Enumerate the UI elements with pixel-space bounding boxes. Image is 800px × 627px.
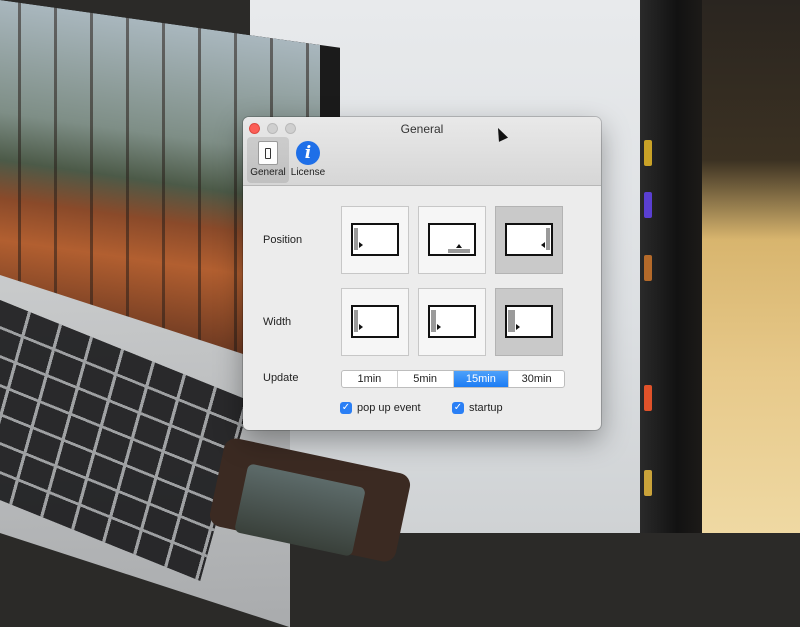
tab-license-label: License	[290, 167, 326, 178]
update-interval-control: 1min 5min 15min 30min	[341, 370, 565, 388]
startup-checkbox-row[interactable]: ✓ startup	[452, 402, 503, 414]
dock-tile	[644, 255, 652, 281]
width-narrow-option[interactable]	[341, 288, 409, 356]
dock-tile	[644, 192, 652, 218]
position-right-option[interactable]	[495, 206, 563, 274]
position-label: Position	[263, 234, 303, 246]
monitor-medium-icon	[428, 305, 476, 338]
tab-general[interactable]: General	[247, 137, 289, 183]
monitor-narrow-icon	[351, 305, 399, 338]
tab-license[interactable]: i License	[287, 137, 329, 183]
pop-up-event-label: pop up event	[357, 402, 421, 414]
pop-up-event-checkbox-row[interactable]: ✓ pop up event	[340, 402, 421, 414]
pop-up-event-checkbox[interactable]: ✓	[340, 402, 352, 414]
width-label: Width	[263, 316, 292, 328]
update-label: Update	[263, 372, 299, 384]
dock-tile	[644, 140, 652, 166]
width-medium-option[interactable]	[418, 288, 486, 356]
update-1min-segment[interactable]: 1min	[342, 371, 398, 387]
position-left-option[interactable]	[341, 206, 409, 274]
width-wide-option[interactable]	[495, 288, 563, 356]
update-30min-segment[interactable]: 30min	[509, 371, 564, 387]
monitor-bottom-icon	[428, 223, 476, 256]
monitor-left-icon	[351, 223, 399, 256]
window-title: General	[400, 122, 444, 136]
info-icon: i	[296, 141, 320, 165]
monitor-right-icon	[505, 223, 553, 256]
startup-label: startup	[469, 402, 503, 414]
startup-checkbox[interactable]: ✓	[452, 402, 464, 414]
window-toolbar: General General i License	[243, 117, 601, 186]
position-bottom-option[interactable]	[418, 206, 486, 274]
update-15min-segment[interactable]: 15min	[453, 371, 510, 387]
tab-general-label: General	[250, 167, 286, 178]
monitor-wide-icon	[505, 305, 553, 338]
dock-tile	[644, 385, 652, 411]
preferences-window: General General i License Position Width	[243, 117, 601, 430]
update-5min-segment[interactable]: 5min	[398, 371, 454, 387]
dock-tile	[644, 470, 652, 496]
wall	[702, 0, 800, 533]
general-icon	[258, 141, 278, 165]
